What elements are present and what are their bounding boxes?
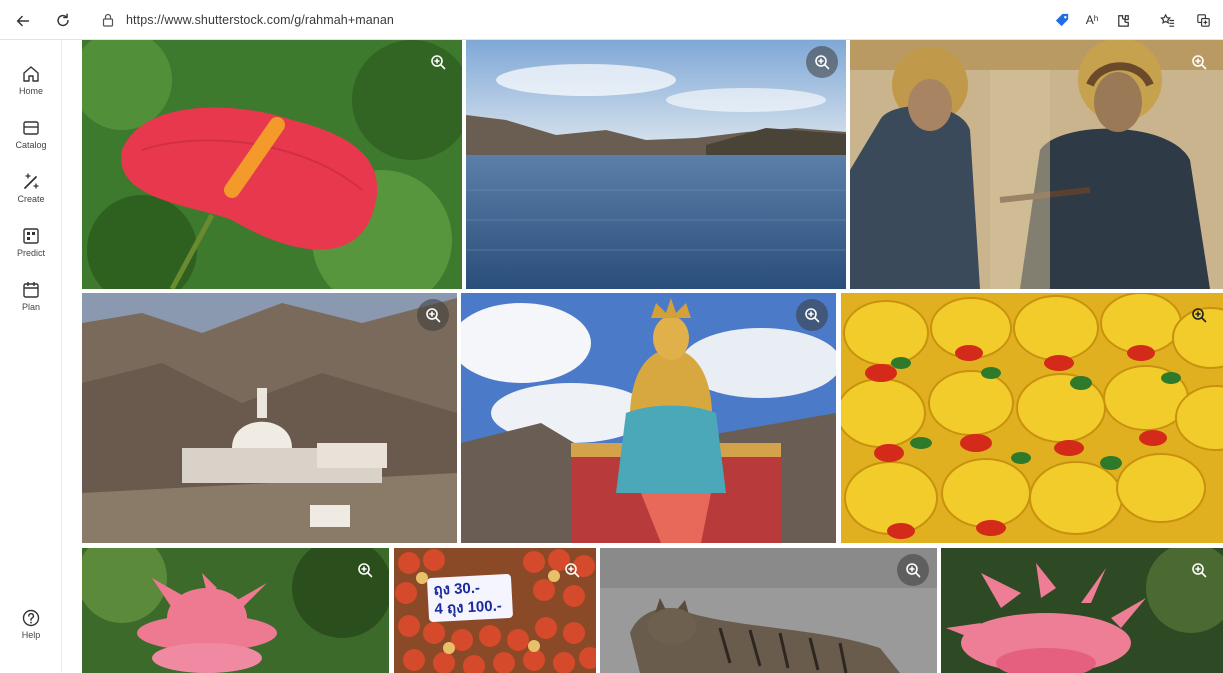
side-navigation: Home Catalog Create Predict Plan Help [0,40,62,673]
image-tile[interactable] [466,40,846,289]
image-tile[interactable] [841,293,1223,543]
mountain-lake-image [466,40,846,289]
lock-icon[interactable] [100,12,116,28]
extension-icon[interactable] [1113,10,1133,30]
sidebar-item-label: Create [17,194,45,204]
zoom-button[interactable] [1183,299,1215,331]
read-aloud-icon[interactable]: Aʰ [1082,10,1102,30]
price-sign-line: 4 ถุง 100.- [434,597,503,618]
byzantine-mosaic-image [850,40,1223,289]
home-icon [23,66,39,82]
create-icon [24,173,39,189]
sidebar-item-help[interactable]: Help [0,608,62,640]
image-tile[interactable] [82,293,457,543]
zoom-button[interactable] [897,554,929,586]
image-tile[interactable] [941,548,1223,673]
torch-ginger-flower-image [82,548,389,673]
collections-icon[interactable] [1193,10,1213,30]
read-aloud-label: Aʰ [1085,13,1099,27]
shanti-stupa-image [82,293,457,543]
zoom-button[interactable] [796,299,828,331]
zoom-in-icon [1192,55,1207,70]
zoom-in-icon [1192,563,1207,578]
image-tile[interactable] [850,40,1223,289]
zoom-in-icon [431,55,446,70]
image-tile[interactable] [461,293,836,543]
zoom-in-icon [906,563,921,578]
anthurium-flower-image [82,40,462,289]
torch-ginger-flower-image [941,548,1223,673]
image-grid: ถุง 30.- 4 ถุง 100.- [62,40,1223,673]
refresh-icon[interactable] [50,8,76,34]
sidebar-item-label: Home [18,86,43,96]
favorites-icon[interactable] [1157,10,1177,30]
zoom-in-icon [1192,308,1207,323]
back-arrow-icon[interactable] [10,8,36,34]
yellow-food-image [841,293,1223,543]
help-icon [22,609,40,627]
image-tile[interactable] [600,548,937,673]
zoom-in-icon [565,563,580,578]
sidebar-item-label: Predict [16,248,45,258]
catalog-icon [23,121,39,135]
zoom-button[interactable] [417,299,449,331]
sidebar-item-predict[interactable]: Predict [0,226,62,258]
sidebar-item-catalog[interactable]: Catalog [0,118,62,150]
sidebar-item-label: Catalog [15,140,47,150]
buddha-statue-image [461,293,836,543]
address-bar[interactable]: https://www.shutterstock.com/g/rahmah+ma… [88,6,1038,34]
url-text[interactable]: https://www.shutterstock.com/g/rahmah+ma… [126,13,394,27]
plan-icon [23,282,39,298]
image-tile[interactable] [82,40,462,289]
zoom-button[interactable] [349,554,381,586]
price-sign: ถุง 30.- 4 ถุง 100.- [426,573,514,623]
browser-toolbar: https://www.shutterstock.com/g/rahmah+ma… [0,0,1223,40]
sidebar-item-home[interactable]: Home [0,64,62,96]
zoom-button[interactable] [1183,46,1215,78]
sidebar-item-label: Help [21,630,41,640]
zoom-in-icon [426,308,441,323]
image-tile[interactable] [82,548,389,673]
sidebar-item-create[interactable]: Create [0,172,62,204]
tag-icon[interactable] [1052,10,1072,30]
tabby-cat-image [600,548,937,673]
sidebar-item-label: Plan [21,302,40,312]
zoom-button[interactable] [422,46,454,78]
zoom-in-icon [805,308,820,323]
zoom-button[interactable] [1183,554,1215,586]
predict-icon [23,228,39,244]
sidebar-item-plan[interactable]: Plan [0,280,62,312]
zoom-button[interactable] [806,46,838,78]
image-tile[interactable]: ถุง 30.- 4 ถุง 100.- [394,548,596,673]
zoom-in-icon [358,563,373,578]
zoom-button[interactable] [556,554,588,586]
zoom-in-icon [815,55,830,70]
